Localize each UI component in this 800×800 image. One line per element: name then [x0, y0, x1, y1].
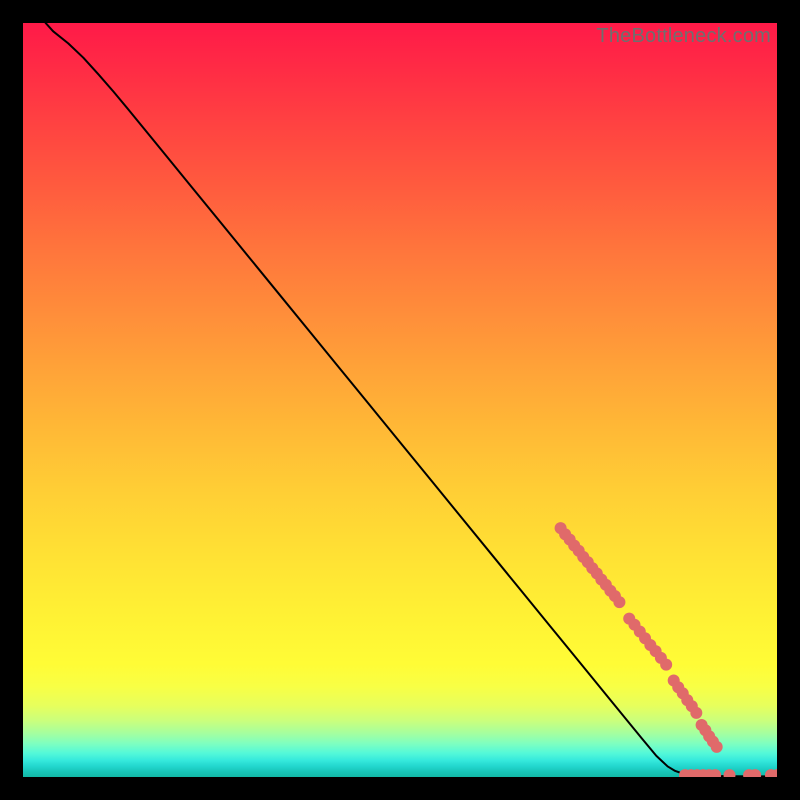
scatter-series [555, 522, 777, 777]
chart-svg [23, 23, 777, 777]
data-point [724, 769, 736, 777]
data-point [690, 707, 702, 719]
data-point [660, 659, 672, 671]
data-point [613, 596, 625, 608]
chart-frame: TheBottleneck.com [23, 23, 777, 777]
plot-area: TheBottleneck.com [23, 23, 777, 777]
data-point [711, 741, 723, 753]
